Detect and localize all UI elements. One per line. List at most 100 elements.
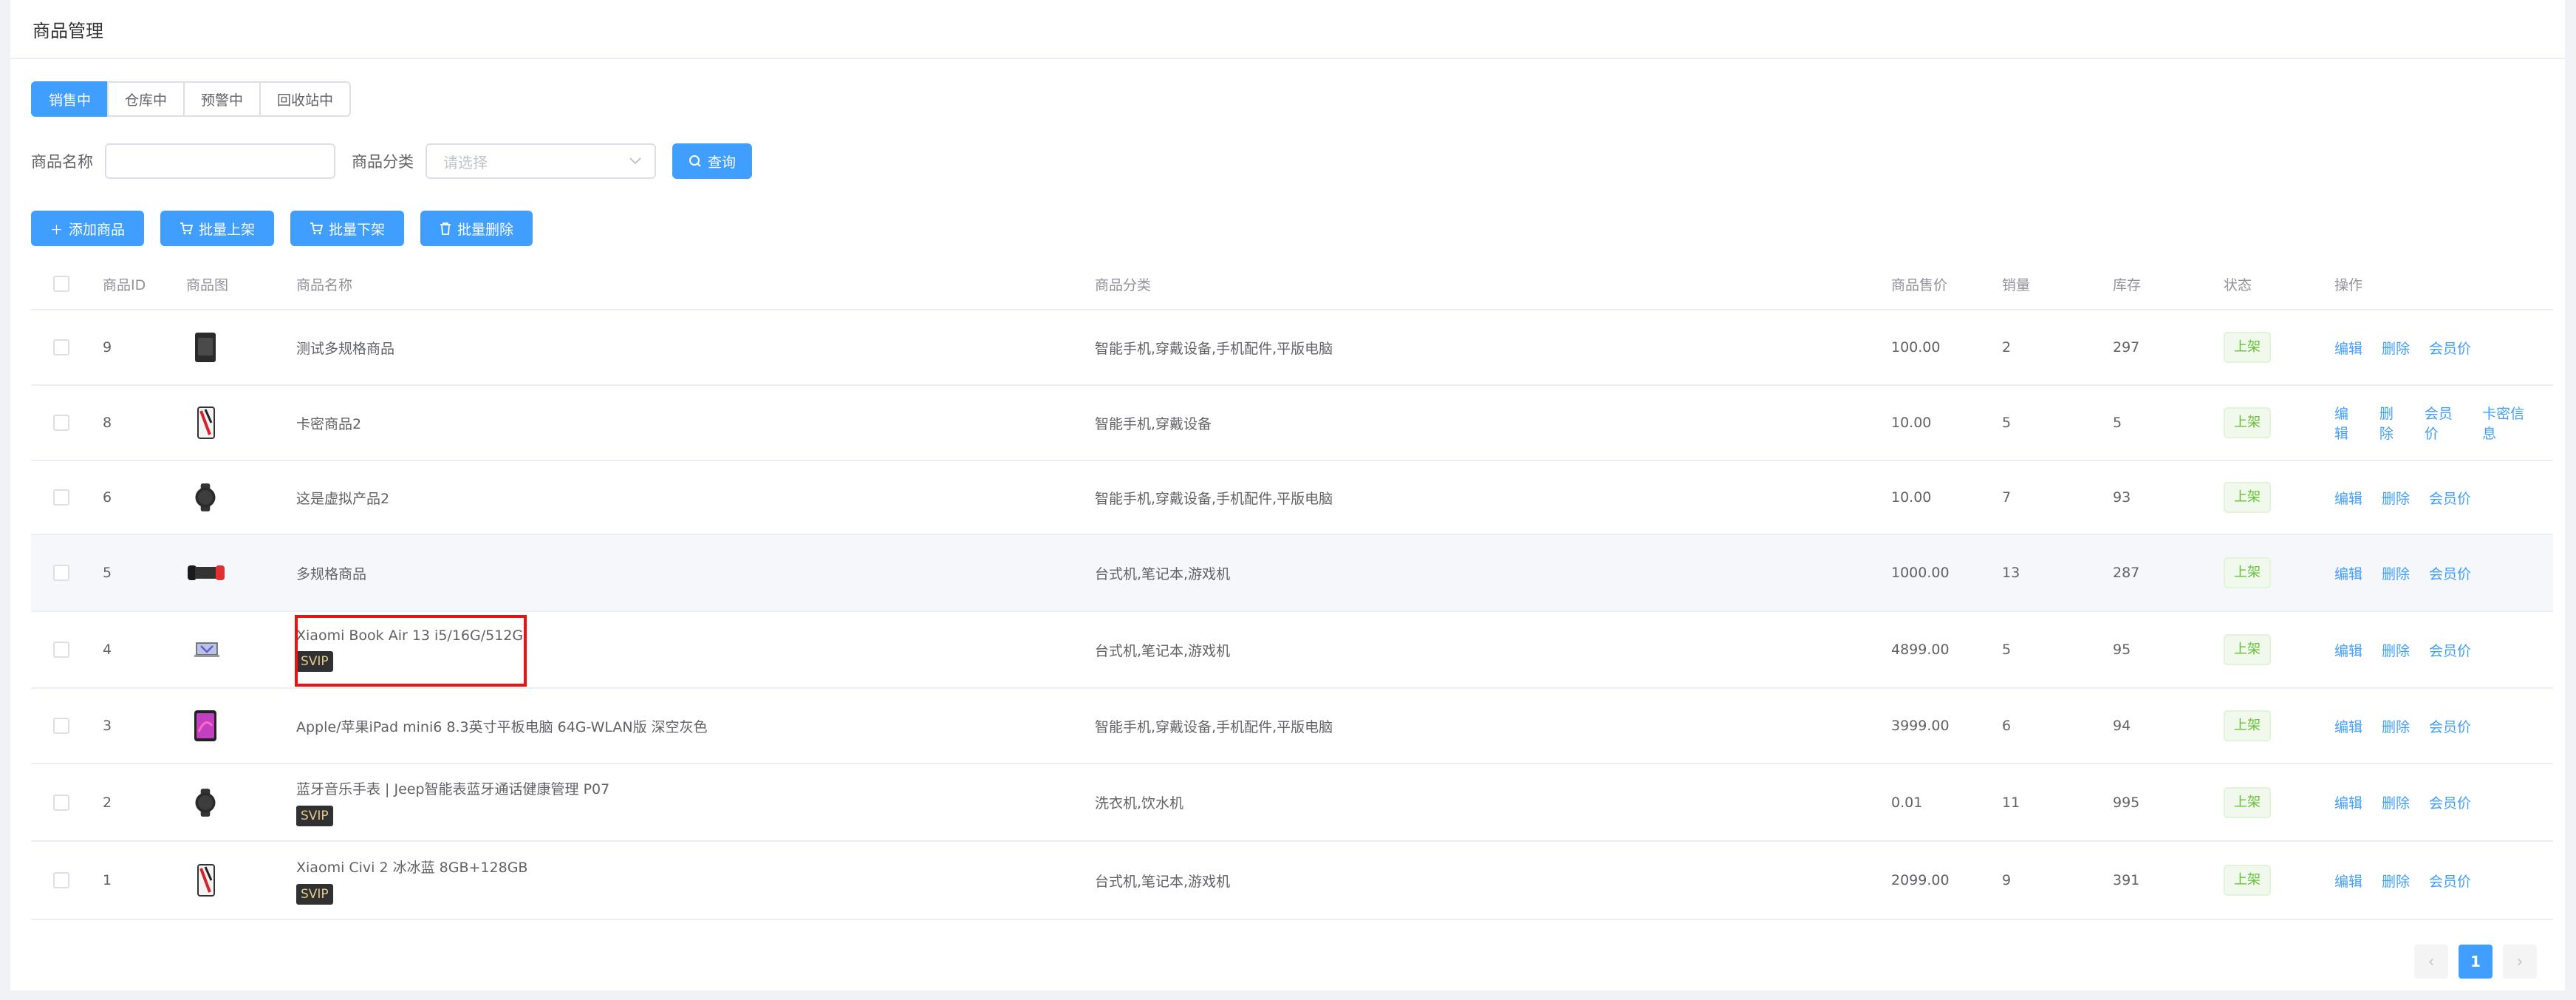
product-id: 6 (103, 489, 112, 506)
edit-link[interactable]: 编辑 (2334, 403, 2360, 443)
header-stock: 库存 (2113, 276, 2142, 293)
product-stock: 93 (2113, 489, 2131, 506)
product-category: 台式机,笔记本,游戏机 (1095, 565, 1231, 582)
product-name: Apple/苹果iPad mini6 8.3英寸平板电脑 64G-WLAN版 深… (296, 718, 708, 735)
batch-on-shelf-button[interactable]: 批量上架 (160, 211, 275, 246)
member-price-link[interactable]: 会员价 (2429, 716, 2471, 736)
highlight-box (295, 615, 527, 687)
trash-icon (440, 222, 451, 235)
product-price: 1000.00 (1891, 565, 1950, 581)
product-table: 商品ID 商品图 商品名称 商品分类 商品售价 销量 库存 状态 操作 9 测试… (31, 259, 2553, 920)
tab-warehouse[interactable]: 仓库中 (107, 81, 185, 117)
edit-link[interactable]: 编辑 (2334, 640, 2363, 660)
status-badge: 上架 (2224, 557, 2271, 588)
delete-link[interactable]: 删除 (2379, 403, 2405, 443)
product-name: 这是虚拟产品2 (296, 490, 390, 507)
row-checkbox[interactable] (53, 415, 69, 431)
product-id: 3 (103, 718, 112, 734)
delete-link[interactable]: 删除 (2382, 871, 2410, 891)
product-id: 5 (103, 565, 112, 581)
product-stock: 391 (2113, 872, 2140, 888)
row-checkbox[interactable] (53, 339, 69, 356)
edit-link[interactable]: 编辑 (2334, 338, 2363, 358)
pagination: ‹ 1 › (2404, 945, 2537, 979)
batch-delete-button[interactable]: 批量删除 (420, 211, 533, 246)
row-checkbox[interactable] (53, 794, 69, 811)
product-thumbnail (192, 787, 219, 818)
header-price: 商品售价 (1891, 276, 1948, 293)
product-name: 测试多规格商品 (296, 340, 395, 357)
product-name-input[interactable] (105, 143, 335, 179)
select-all-checkbox[interactable] (53, 276, 69, 292)
card-info-link[interactable]: 卡密信息 (2482, 403, 2534, 443)
row-checkbox[interactable] (53, 642, 69, 658)
tablet-icon (194, 710, 216, 741)
next-page-button[interactable]: › (2503, 945, 2537, 979)
product-sales: 2 (2002, 339, 2012, 356)
product-name: 蓝牙音乐手表 | Jeep智能表蓝牙通话健康管理 P07 (296, 781, 610, 797)
edit-link[interactable]: 编辑 (2334, 488, 2363, 508)
tab-recycle-bin[interactable]: 回收站中 (259, 81, 352, 117)
product-id: 2 (103, 794, 112, 811)
member-price-link[interactable]: 会员价 (2429, 563, 2471, 583)
product-sales: 7 (2002, 489, 2012, 506)
product-price: 10.00 (1891, 415, 1932, 431)
product-price: 0.01 (1891, 794, 1923, 811)
product-thumbnail (192, 634, 222, 665)
status-badge: 上架 (2224, 634, 2271, 665)
row-checkbox[interactable] (53, 872, 69, 888)
page-number-button[interactable]: 1 (2459, 945, 2493, 979)
product-price: 2099.00 (1891, 872, 1950, 888)
row-checkbox[interactable] (53, 489, 69, 506)
delete-link[interactable]: 删除 (2382, 640, 2410, 660)
prev-page-button[interactable]: ‹ (2414, 945, 2448, 979)
edit-link[interactable]: 编辑 (2334, 563, 2363, 583)
product-id: 8 (103, 415, 112, 431)
cart-icon (180, 222, 194, 234)
delete-link[interactable]: 删除 (2382, 716, 2410, 736)
phone-icon (197, 407, 215, 439)
product-sales: 5 (2002, 642, 2012, 658)
status-badge: 上架 (2224, 865, 2271, 896)
member-price-link[interactable]: 会员价 (2429, 871, 2471, 891)
delete-link[interactable]: 删除 (2382, 563, 2410, 583)
svip-badge: SVIP (296, 806, 333, 826)
member-price-link[interactable]: 会员价 (2429, 640, 2471, 660)
edit-link[interactable]: 编辑 (2334, 871, 2363, 891)
member-price-link[interactable]: 会员价 (2429, 488, 2471, 508)
card-header: 商品管理 (10, 0, 2565, 59)
query-button[interactable]: 查询 (672, 143, 753, 179)
row-checkbox[interactable] (53, 565, 69, 581)
status-tabs: 销售中 仓库中 预警中 回收站中 (31, 81, 352, 117)
member-price-link[interactable]: 会员价 (2425, 403, 2463, 443)
add-product-button[interactable]: ＋ 添加商品 (31, 211, 145, 246)
batch-actions: ＋ 添加商品 批量上架 批量下架 批量删除 (31, 211, 549, 246)
member-price-link[interactable]: 会员价 (2429, 792, 2471, 812)
query-button-label: 查询 (708, 154, 737, 171)
tab-on-sale[interactable]: 销售中 (31, 81, 109, 117)
product-thumbnail (192, 332, 219, 363)
product-id: 9 (103, 339, 112, 356)
product-id: 1 (103, 872, 112, 888)
tab-warning[interactable]: 预警中 (183, 81, 262, 117)
status-badge: 上架 (2224, 482, 2271, 513)
row-checkbox[interactable] (53, 718, 69, 734)
delete-link[interactable]: 删除 (2382, 488, 2410, 508)
product-stock: 5 (2113, 415, 2122, 431)
batch-off-shelf-button[interactable]: 批量下架 (290, 211, 405, 246)
edit-link[interactable]: 编辑 (2334, 716, 2363, 736)
status-badge: 上架 (2224, 710, 2271, 741)
table-row: 5 多规格商品 台式机,笔记本,游戏机 1000.00 13 287 上架 编辑… (31, 535, 2553, 612)
product-thumbnail (192, 407, 219, 439)
member-price-link[interactable]: 会员价 (2429, 338, 2471, 358)
watch-icon (195, 788, 216, 817)
product-stock: 995 (2113, 794, 2140, 811)
product-sales: 11 (2002, 794, 2020, 811)
product-price: 4899.00 (1891, 642, 1950, 658)
header-status: 状态 (2224, 276, 2252, 293)
category-select[interactable]: 请选择 (426, 143, 656, 179)
product-stock: 297 (2113, 339, 2140, 356)
delete-link[interactable]: 删除 (2382, 338, 2410, 358)
delete-link[interactable]: 删除 (2382, 792, 2410, 812)
edit-link[interactable]: 编辑 (2334, 792, 2363, 812)
